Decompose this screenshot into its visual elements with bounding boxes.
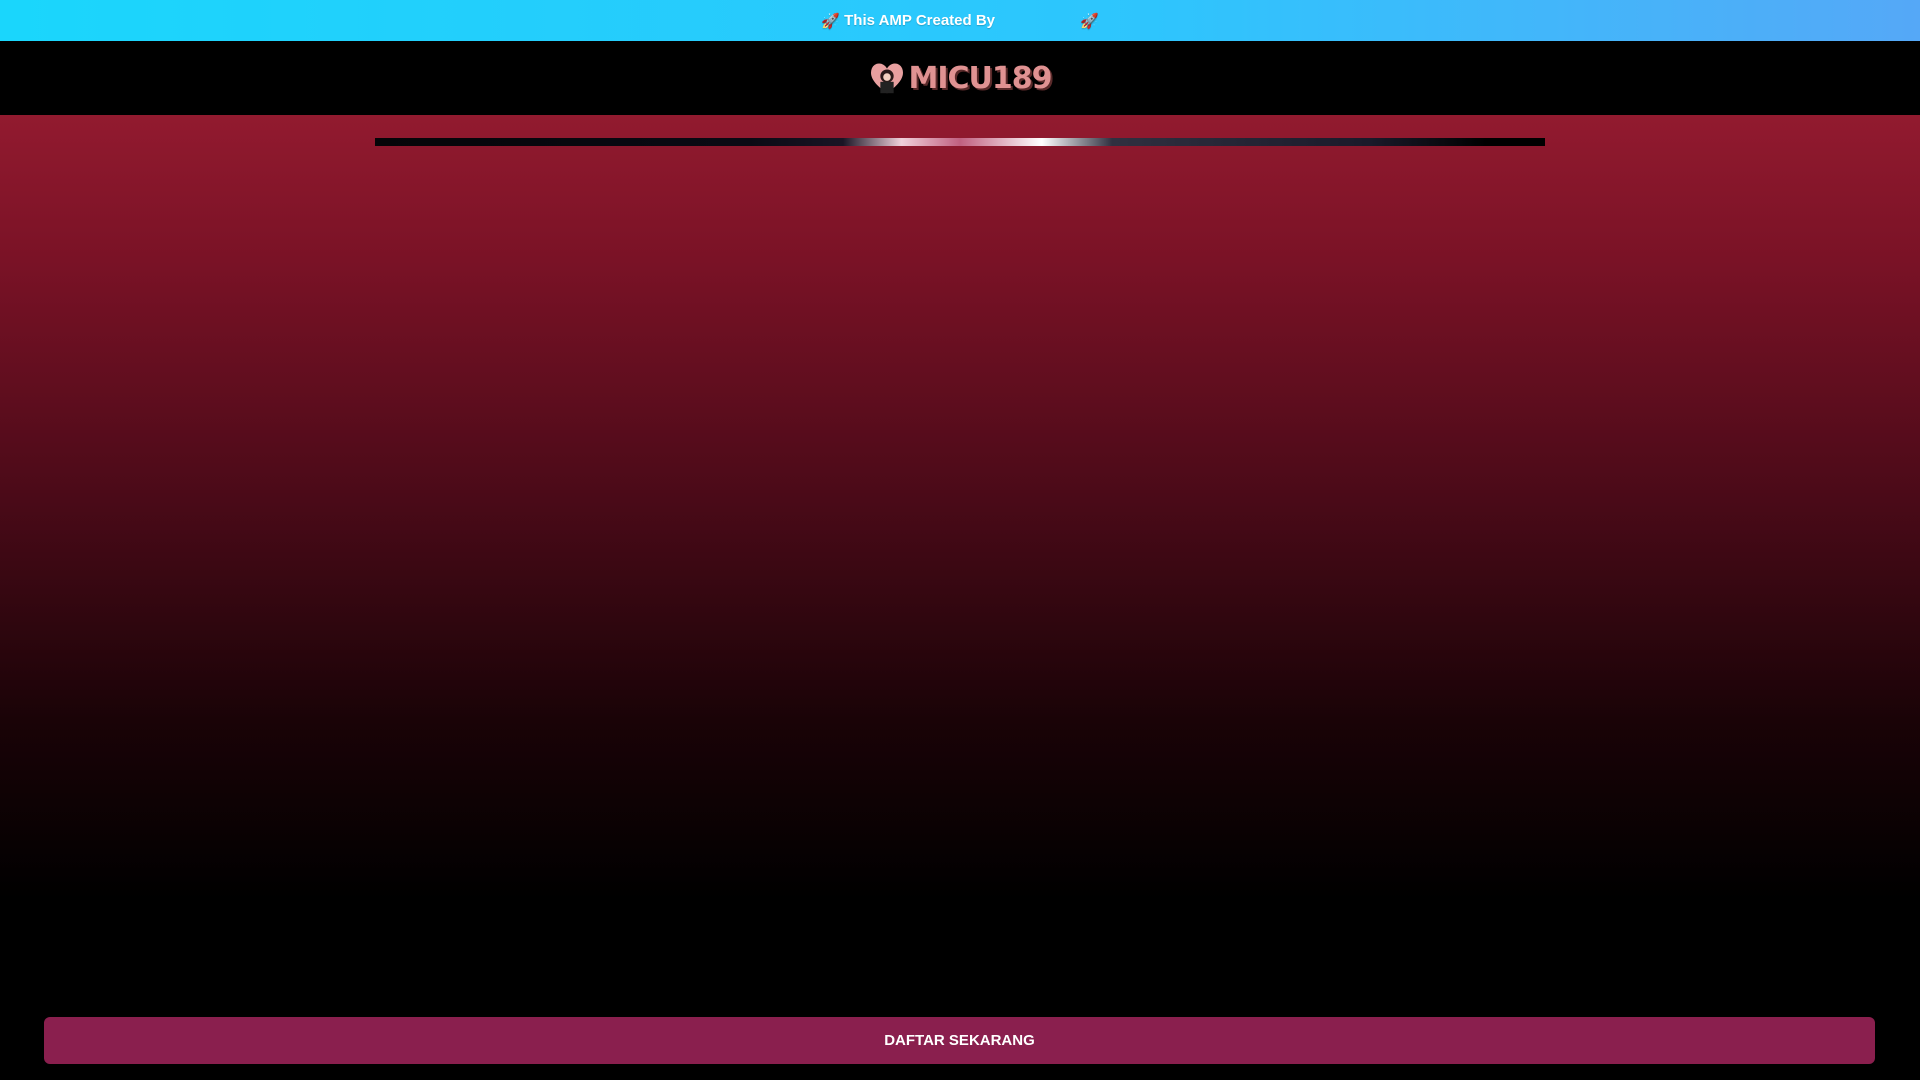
mascot-heart-icon [868,59,906,97]
rocket-icon: 🚀 [821,12,840,30]
site-header: MICU189 [0,41,1920,115]
site-logo[interactable]: MICU189 [868,59,1053,97]
logo-text: MICU189 [908,60,1052,96]
amp-credit-text: This AMP Created By [844,12,996,29]
amp-credit-bar: 🚀 This AMP Created By 🚀 [0,0,1920,41]
banner-image [375,138,1545,146]
register-now-button[interactable]: DAFTAR SEKARANG [44,1017,1875,1064]
rocket-icon: 🚀 [1080,12,1099,30]
